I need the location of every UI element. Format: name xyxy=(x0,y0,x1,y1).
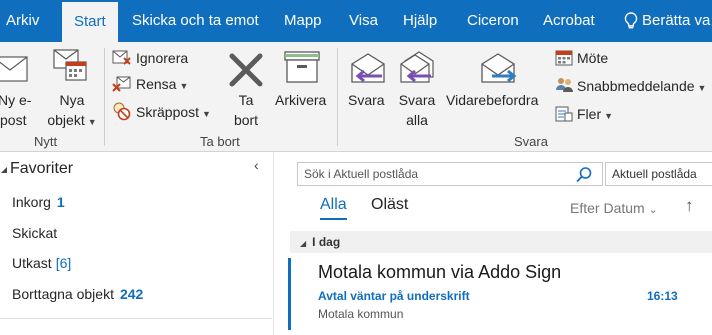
group-divider xyxy=(337,48,338,146)
junk-label: Skräppost xyxy=(136,104,200,120)
folder-label: Borttagna objekt xyxy=(12,286,114,302)
new-items-icon xyxy=(53,49,87,81)
reply-all-button[interactable]: Svara alla xyxy=(396,90,438,130)
tab-start[interactable]: Start xyxy=(62,2,118,42)
junk-icon xyxy=(113,102,131,121)
ribbon: Ny e- post Nya objekt ▼ Nytt Ignorera Ren… xyxy=(0,42,712,152)
instant-message-button[interactable]: Snabbmeddelande ▼ xyxy=(577,76,706,98)
new-items-button[interactable]: Nya objekt ▼ xyxy=(44,90,100,132)
unread-count: 242 xyxy=(119,286,144,302)
reply-icon xyxy=(351,53,385,83)
more-respond-icon xyxy=(555,106,573,122)
reply-all-label-2: alla xyxy=(406,112,428,128)
expand-triangle-icon xyxy=(1,166,7,173)
group-label-delete: Ta bort xyxy=(200,134,240,149)
folder-item-sent[interactable]: Skickat xyxy=(12,225,57,241)
chevron-down-icon: ▼ xyxy=(179,81,189,91)
clean-up-button[interactable]: Rensa ▼ xyxy=(136,74,188,96)
group-header-today[interactable]: ◢ I dag xyxy=(290,231,712,253)
search-box xyxy=(297,162,603,186)
search-input[interactable] xyxy=(298,163,568,185)
group-divider xyxy=(104,48,105,146)
tab-mapp[interactable]: Mapp xyxy=(284,0,322,42)
forward-icon xyxy=(481,53,517,83)
archive-button[interactable]: Arkivera xyxy=(275,90,326,110)
chevron-down-icon: ▼ xyxy=(87,117,97,127)
instant-message-icon xyxy=(556,78,573,92)
collapse-pane-icon[interactable]: ‹ xyxy=(254,157,259,173)
chevron-down-icon: ⌄ xyxy=(648,204,658,216)
chevron-down-icon: ▼ xyxy=(604,111,614,121)
reply-all-icon xyxy=(400,51,434,83)
folder-label: Inkorg xyxy=(12,194,51,210)
reply-button[interactable]: Svara xyxy=(348,90,385,110)
delete-label-1: Ta xyxy=(238,92,254,108)
folder-item-inbox[interactable]: Inkorg 1 xyxy=(12,194,65,210)
archive-icon xyxy=(284,51,320,83)
ribbon-tab-bar: Arkiv Start Skicka och ta emot Mapp Visa… xyxy=(0,0,712,42)
tab-hjalp[interactable]: Hjälp xyxy=(403,0,437,42)
ignore-button[interactable]: Ignorera xyxy=(136,48,188,68)
folder-item-deleted[interactable]: Borttagna objekt 242 xyxy=(12,286,143,302)
junk-button[interactable]: Skräppost ▼ xyxy=(136,102,211,124)
folder-item-drafts[interactable]: Utkast [6] xyxy=(12,255,71,271)
lightbulb-icon xyxy=(624,12,638,29)
favorites-title: Favoriter xyxy=(10,160,74,177)
delete-label-2: bort xyxy=(233,112,259,128)
collapse-triangle-icon: ◢ xyxy=(300,239,307,248)
sort-by-dropdown[interactable]: Efter Datum ⌄ xyxy=(570,200,658,216)
forward-button[interactable]: Vidarebefordra xyxy=(446,90,538,110)
filter-all-tab[interactable]: Alla xyxy=(320,196,347,220)
new-email-label-2: post xyxy=(0,112,27,128)
new-email-label-1: Ny e- xyxy=(0,92,32,108)
unread-indicator xyxy=(288,258,291,330)
delete-button[interactable]: Ta bort xyxy=(226,90,266,130)
tab-acrobat[interactable]: Acrobat xyxy=(543,0,595,42)
message-preview: Motala kommun xyxy=(318,307,404,321)
unread-count: 1 xyxy=(56,194,65,210)
tell-me-box[interactable]: Berätta va xyxy=(624,0,710,42)
folder-pane xyxy=(0,153,272,335)
tell-me-text: Berätta va xyxy=(642,12,711,29)
new-items-label-1: Nya xyxy=(59,92,85,108)
clean-up-icon xyxy=(112,76,131,92)
sort-label: Efter Datum xyxy=(570,200,645,216)
filter-unread-tab[interactable]: Oläst xyxy=(371,196,408,214)
message-item[interactable]: Motala kommun via Addo Sign Avtal väntar… xyxy=(288,256,712,330)
tab-ciceron[interactable]: Ciceron xyxy=(467,0,519,42)
more-respond-button[interactable]: Fler ▼ xyxy=(577,104,613,126)
pane-divider[interactable] xyxy=(273,153,274,335)
favorites-header[interactable]: Favoriter xyxy=(0,160,73,178)
meeting-icon xyxy=(555,50,573,66)
chevron-down-icon: ▼ xyxy=(697,83,707,93)
group-label: I dag xyxy=(312,235,341,249)
search-scope-dropdown[interactable]: Aktuell postlåda xyxy=(605,162,712,186)
tab-arkiv[interactable]: Arkiv xyxy=(6,0,39,42)
clean-up-label: Rensa xyxy=(136,76,177,92)
tab-skicka-och-ta-emot[interactable]: Skicka och ta emot xyxy=(132,0,259,42)
chevron-down-icon: ▼ xyxy=(202,109,211,119)
new-items-label-2: objekt xyxy=(47,112,85,128)
tab-visa[interactable]: Visa xyxy=(349,0,378,42)
reply-all-label-1: Svara xyxy=(398,92,436,108)
group-label-respond: Svara xyxy=(514,134,548,149)
instant-message-label: Snabbmeddelande xyxy=(577,78,695,94)
new-email-button[interactable]: Ny e- post xyxy=(0,90,31,130)
more-respond-label: Fler xyxy=(577,106,602,122)
folder-label: Skickat xyxy=(12,225,58,241)
message-time: 16:13 xyxy=(647,289,678,303)
group-label-new: Nytt xyxy=(34,134,58,149)
folder-divider xyxy=(0,318,272,319)
new-email-icon xyxy=(0,56,28,82)
sort-direction-arrow-icon[interactable]: ↑ xyxy=(685,196,694,216)
folder-label: Utkast xyxy=(12,255,52,271)
message-subject: Avtal väntar på underskrift xyxy=(318,289,470,303)
search-icon[interactable] xyxy=(575,166,593,184)
message-sender: Motala kommun via Addo Sign xyxy=(318,262,562,282)
ignore-icon xyxy=(112,50,131,65)
meeting-button[interactable]: Möte xyxy=(577,48,608,68)
draft-count: [6] xyxy=(55,255,72,271)
delete-icon xyxy=(229,53,263,87)
